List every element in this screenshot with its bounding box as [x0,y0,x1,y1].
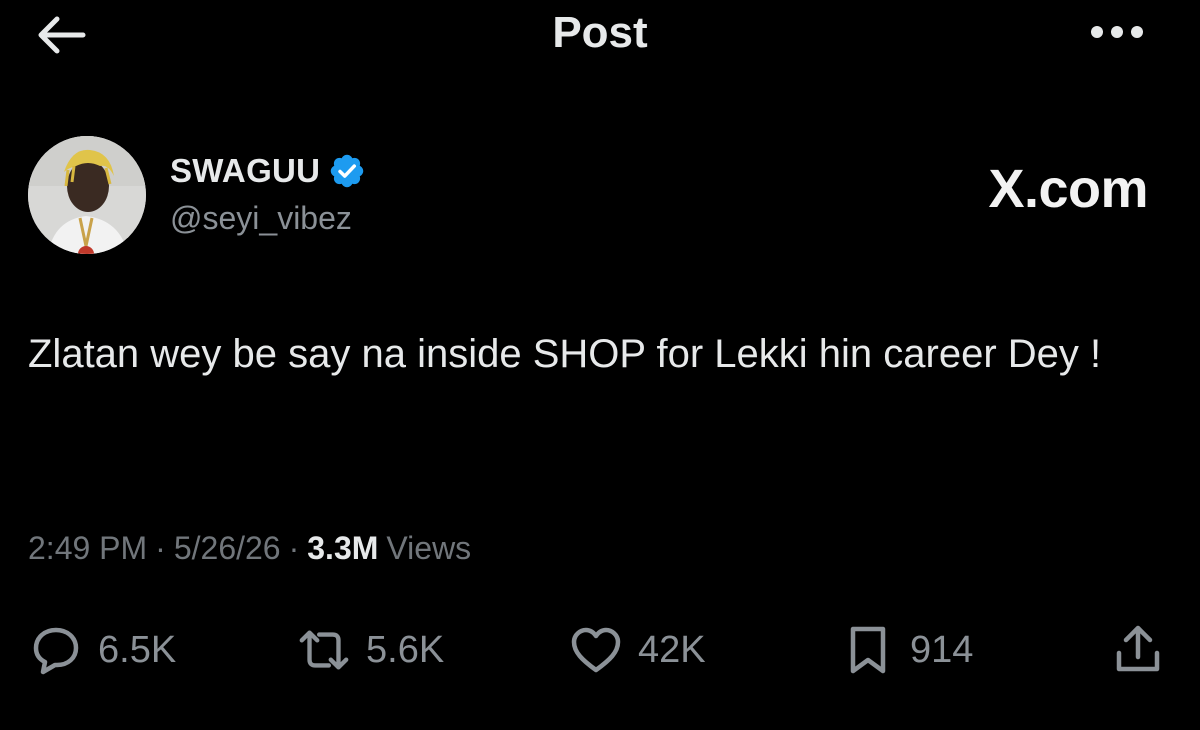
post-meta: 2:49 PM · 5/26/26 · 3.3M Views [28,530,471,567]
repost-icon [296,622,352,678]
verified-badge-icon[interactable] [328,152,366,190]
more-horizontal-icon [1087,24,1147,45]
repost-count: 5.6K [366,628,445,671]
display-name[interactable]: SWAGUU [170,152,320,190]
action-bar: 6.5K 5.6K 42K 914 [0,612,1200,688]
views-count[interactable]: 3.3M [307,530,378,567]
like-button[interactable]: 42K [568,612,706,688]
back-button[interactable] [28,12,92,62]
post-time[interactable]: 2:49 PM [28,530,147,567]
reply-button[interactable]: 6.5K [28,612,176,688]
author-info: SWAGUU @seyi_vibez [170,150,366,237]
arrow-left-icon [33,15,87,60]
heart-icon [568,622,624,678]
reply-count: 6.5K [98,628,177,671]
post-text: Zlatan wey be say na inside SHOP for Lek… [28,332,1102,376]
bookmark-icon [840,622,896,678]
more-button[interactable] [1072,14,1162,54]
reply-icon [28,622,84,678]
name-row: SWAGUU [170,150,366,192]
views-label[interactable]: Views [386,530,471,567]
share-button[interactable] [1110,612,1166,688]
like-count: 42K [638,628,706,671]
post-date[interactable]: 5/26/26 [174,530,281,567]
top-bar: Post [0,0,1200,70]
meta-separator: · [288,530,300,566]
user-handle[interactable]: @seyi_vibez [170,200,366,237]
meta-separator: · [155,530,166,566]
page-title: Post [552,8,648,57]
bookmark-count: 914 [910,628,974,671]
avatar[interactable] [28,136,146,254]
repost-button[interactable]: 5.6K [296,612,444,688]
share-icon [1110,622,1166,678]
brand-watermark: X.com [988,159,1148,219]
bookmark-button[interactable]: 914 [840,612,973,688]
